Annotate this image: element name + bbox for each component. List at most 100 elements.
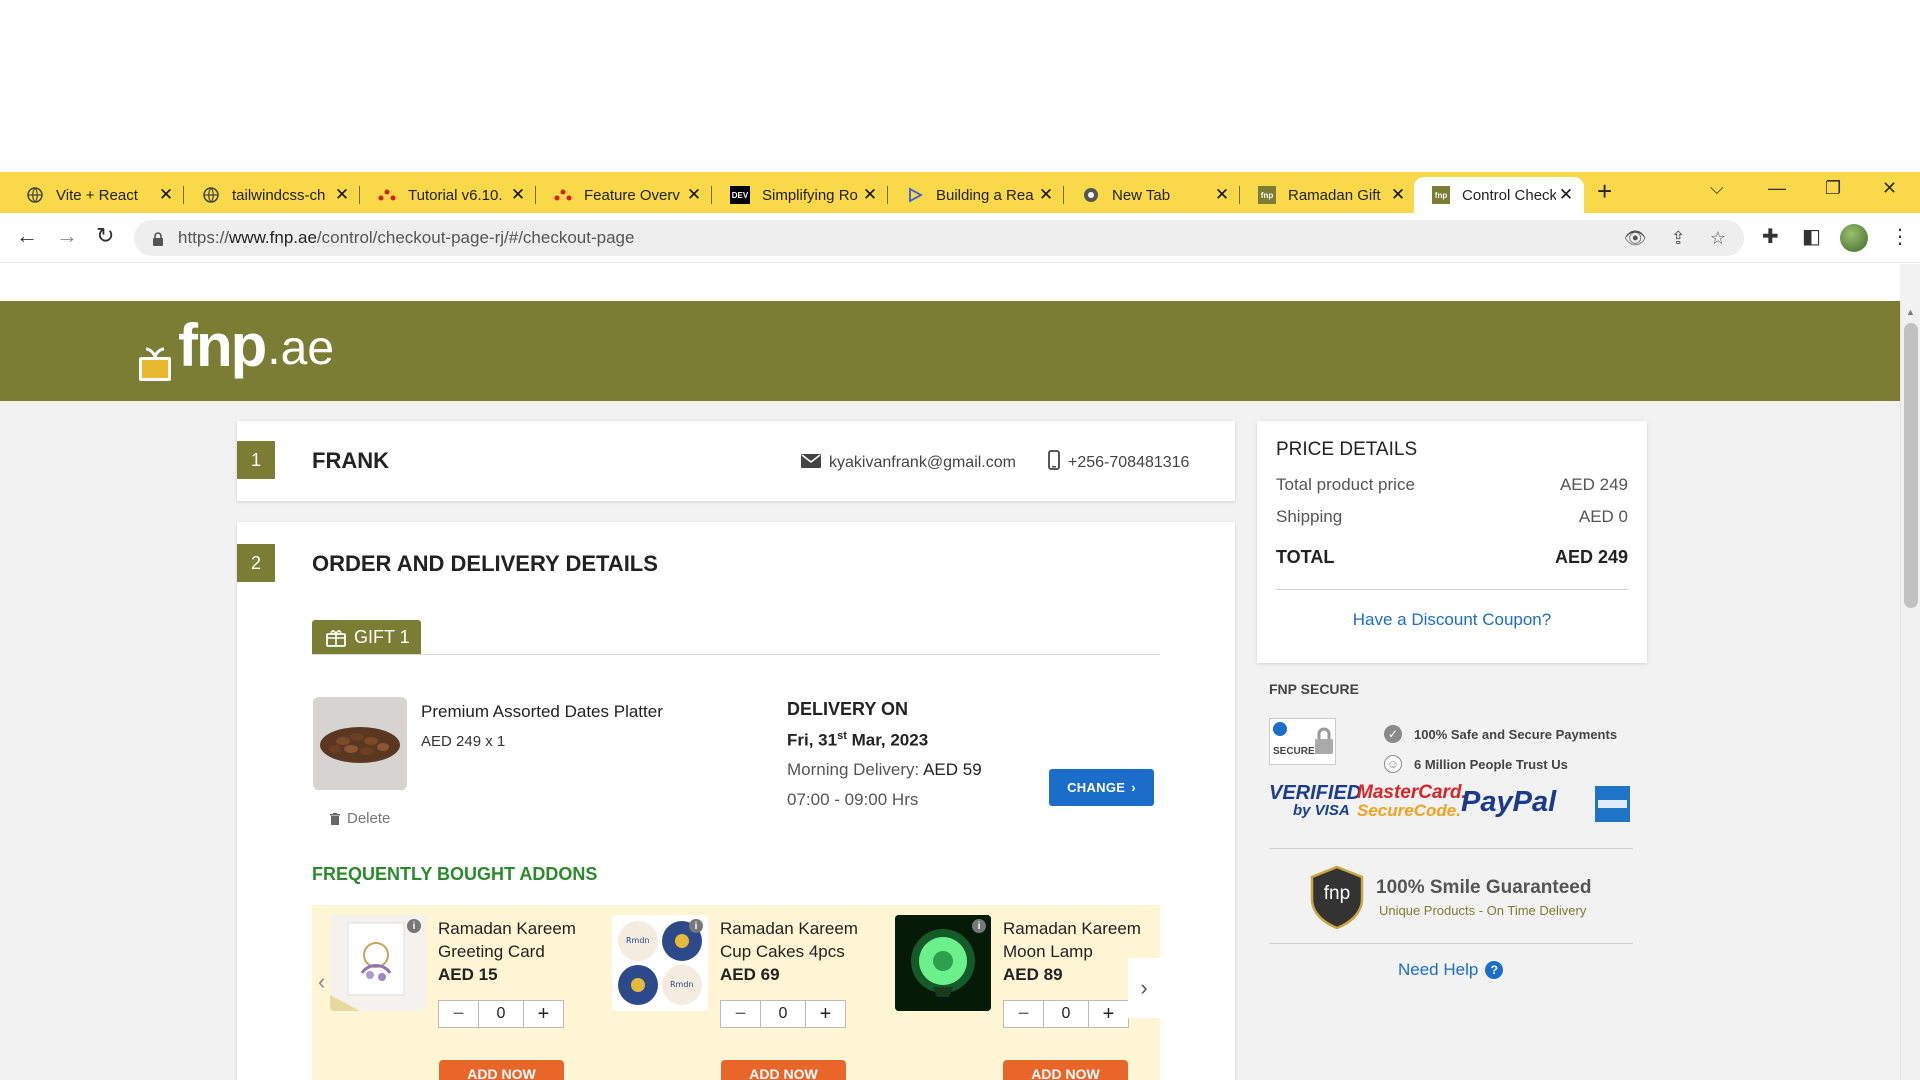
product-name[interactable]: Premium Assorted Dates Platter [421, 702, 663, 722]
tab-tailwind[interactable]: tailwindcss-ch ✕ [184, 177, 360, 213]
close-icon[interactable]: ✕ [684, 185, 704, 205]
addon-price-2: AED 69 [720, 965, 780, 984]
tab-title: Building a Rea [936, 186, 1034, 204]
addons-heading: FREQUENTLY BOUGHT ADDONS [312, 864, 598, 884]
price-divider [1276, 589, 1628, 590]
tab-vite-react[interactable]: Vite + React ✕ [8, 177, 184, 213]
dev-icon: DEV [730, 186, 750, 204]
paypal-logo: PayPal [1461, 786, 1557, 818]
close-icon[interactable]: ✕ [332, 185, 352, 205]
plus-icon[interactable]: + [523, 1001, 563, 1027]
star-icon[interactable]: ☆ [1710, 228, 1726, 249]
tab-simplifying[interactable]: DEV Simplifying Ro ✕ [712, 177, 888, 213]
tab-title: Feature Overv [584, 186, 680, 204]
minimize-icon[interactable]: — [1768, 178, 1786, 199]
product-price: AED 249 x 1 [421, 733, 506, 750]
tab-strip: Vite + React ✕ tailwindcss-ch ✕ Tutorial… [0, 172, 1920, 213]
need-help-link[interactable]: Need Help ? [1398, 960, 1504, 980]
gift-label: GIFT 1 [354, 627, 410, 647]
delete-button[interactable]: Delete [330, 810, 390, 827]
addon-quantity-stepper-1[interactable]: − 0 + [438, 1000, 564, 1028]
addon-quantity-stepper-3[interactable]: − 0 + [1003, 1000, 1129, 1028]
close-icon[interactable]: ✕ [508, 185, 528, 205]
menu-kebab-icon[interactable]: ⋮ [1890, 224, 1910, 249]
close-icon[interactable]: ✕ [860, 185, 880, 205]
tab-title: Vite + React [56, 186, 138, 204]
forward-arrow-icon[interactable]: → [56, 223, 78, 249]
page-scrollbar[interactable]: ▲ [1900, 301, 1920, 1080]
fnp-icon: fnp [1432, 186, 1450, 204]
reload-icon[interactable]: ↻ [96, 223, 114, 249]
minus-icon[interactable]: − [721, 1001, 761, 1027]
addons-carousel: i Ramadan Kareem Greeting Card AED 15 − 0… [312, 905, 1160, 1080]
new-tab-plus-icon[interactable]: + [1597, 176, 1612, 207]
tab-feature-overview[interactable]: Feature Overv ✕ [536, 177, 712, 213]
minus-icon[interactable]: − [1004, 1001, 1044, 1027]
info-icon[interactable]: i [407, 919, 421, 933]
change-delivery-button[interactable]: CHANGE › [1049, 769, 1154, 806]
restore-icon[interactable]: ❐ [1825, 178, 1841, 199]
close-icon[interactable]: ✕ [1036, 185, 1056, 205]
page-top-gap [0, 264, 1900, 301]
secure-divider-2 [1269, 943, 1633, 944]
shield-check-icon: ✓ [1384, 725, 1402, 743]
add-now-button-1[interactable]: ADD NOW [439, 1060, 564, 1080]
add-now-button-2[interactable]: ADD NOW [721, 1060, 846, 1080]
geotrust-badge: SECURED [1269, 718, 1336, 765]
price-details-title: PRICE DETAILS [1276, 439, 1418, 460]
tab-building[interactable]: Building a Rea ✕ [888, 177, 1064, 213]
avatar[interactable] [1840, 224, 1868, 252]
side-panel-icon[interactable]: ◧ [1802, 224, 1821, 249]
customer-name: FRANK [312, 448, 389, 473]
window-close-icon[interactable]: ✕ [1882, 178, 1897, 199]
info-icon[interactable]: i [689, 919, 703, 933]
close-icon[interactable]: ✕ [156, 185, 176, 205]
total-product-price-value: AED 249 [1559, 475, 1628, 494]
url-path: /control/checkout-page-rj/#/checkout-pag… [316, 228, 635, 247]
minus-icon[interactable]: − [439, 1001, 479, 1027]
tab-search-chevron-icon[interactable]: ⌵ [1710, 178, 1724, 199]
verified-by-visa-logo: VERIFIED by VISA [1269, 782, 1362, 819]
addon-quantity-stepper-2[interactable]: − 0 + [720, 1000, 846, 1028]
eye-off-icon[interactable]: 👁 [1624, 228, 1647, 249]
plus-icon[interactable]: + [805, 1001, 845, 1027]
smile-guaranteed-title: 100% Smile Guaranteed [1376, 877, 1592, 898]
scroll-up-icon[interactable]: ▲ [1906, 307, 1915, 317]
url-host: www.fnp.ae [229, 228, 317, 247]
scroll-thumb[interactable] [1904, 323, 1918, 608]
add-now-button-3[interactable]: ADD NOW [1003, 1060, 1128, 1080]
carousel-next-chevron-icon[interactable]: › [1128, 958, 1160, 1018]
logo-tld: .ae [267, 322, 335, 375]
tab-tutorial[interactable]: Tutorial v6.10. ✕ [360, 177, 536, 213]
addon-price-3: AED 89 [1003, 965, 1063, 984]
share-icon[interactable]: ⇪ [1671, 228, 1686, 249]
gift-tab[interactable]: GIFT 1 [312, 620, 421, 655]
tab-ramadan-gift[interactable]: fnp Ramadan Gift ✕ [1240, 177, 1416, 213]
quantity-value: 0 [496, 1005, 506, 1022]
fnp-logo[interactable]: fnp .ae [138, 311, 334, 381]
tab-control-check-active[interactable]: fnp Control Check ✕ [1414, 177, 1584, 213]
close-icon[interactable]: ✕ [1556, 185, 1576, 205]
chevron-right-icon: › [1131, 780, 1136, 795]
padlock-icon [1314, 727, 1334, 760]
gift-divider [312, 654, 1160, 655]
trash-icon [330, 812, 340, 825]
extensions-puzzle-icon[interactable]: ✚ [1762, 224, 1779, 249]
plus-icon[interactable]: + [1088, 1001, 1128, 1027]
back-arrow-icon[interactable]: ← [16, 223, 38, 249]
fnp-shield-badge: fnp [1310, 865, 1364, 930]
tab-title: Tutorial v6.10. [408, 186, 503, 204]
info-icon[interactable]: i [972, 919, 986, 933]
addon-name-2: Ramadan Kareem Cup Cakes 4pcs [720, 919, 858, 961]
discount-coupon-link[interactable]: Have a Discount Coupon? [1276, 610, 1628, 630]
delivery-fee: AED 59 [923, 760, 982, 779]
window-top-blank [0, 0, 1920, 172]
close-icon[interactable]: ✕ [1388, 185, 1408, 205]
close-icon[interactable]: ✕ [1212, 185, 1232, 205]
carousel-prev-chevron-icon[interactable]: ‹ [318, 969, 325, 995]
delivery-type: Morning Delivery: AED 59 [787, 760, 982, 779]
address-bar[interactable]: https://www.fnp.ae/control/checkout-page… [134, 220, 1744, 256]
total-product-price-label: Total product price [1276, 475, 1415, 494]
globe-icon [26, 186, 44, 204]
tab-new-tab[interactable]: New Tab ✕ [1064, 177, 1240, 213]
